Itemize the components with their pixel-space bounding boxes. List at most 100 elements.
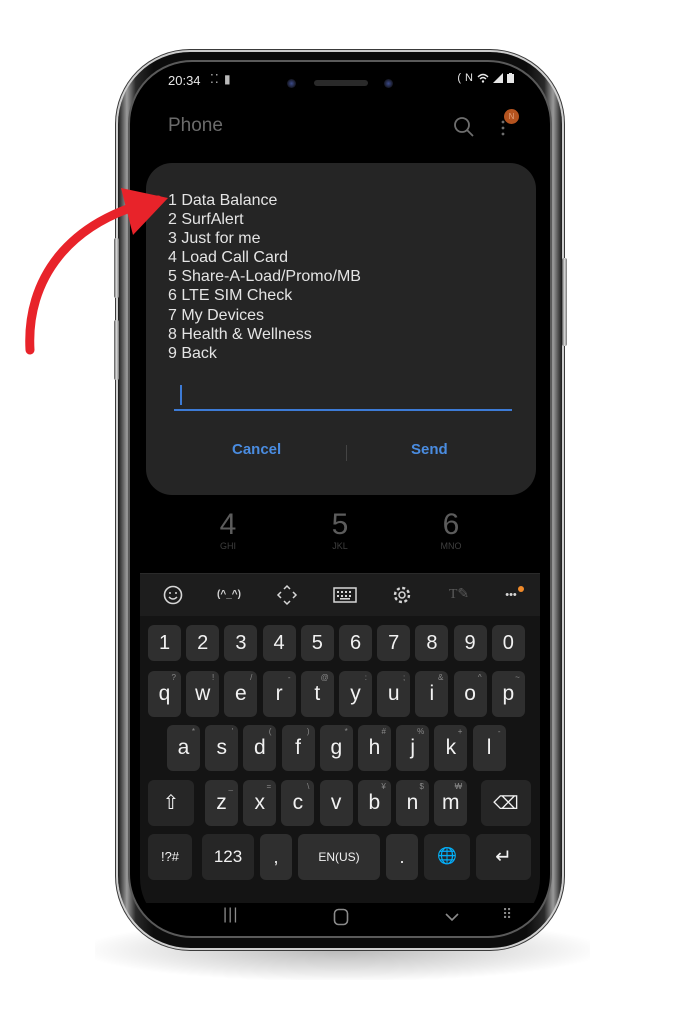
key-label: ↵	[495, 846, 512, 868]
key-k[interactable]: + k	[434, 725, 468, 771]
key-m[interactable]: ₩ m	[434, 780, 468, 826]
key-hint: ₩	[454, 782, 463, 791]
phone-screen: 20:34 ⁚⁚ ▮ ( N Phone N 1 Data Balance 2 …	[140, 66, 540, 932]
key-l[interactable]: -l	[472, 725, 506, 771]
recents-icon[interactable]: |||	[223, 906, 238, 924]
key-h[interactable]: # h	[358, 725, 391, 771]
wifi-icon	[477, 73, 489, 83]
key-6[interactable]: 6	[339, 625, 372, 661]
key-8[interactable]: 8	[415, 625, 449, 661]
settings-icon[interactable]	[391, 584, 413, 606]
dialpad-letters: GHI	[219, 541, 236, 551]
numbers-key[interactable]: 123	[202, 834, 254, 880]
key-3[interactable]: 3	[224, 625, 258, 661]
comma-key[interactable]: ,	[260, 834, 292, 880]
key-a[interactable]: * a	[167, 725, 200, 771]
key-label: 9	[464, 632, 476, 654]
dialpad-key-5[interactable]: 5 JKL	[310, 509, 370, 552]
emoji-icon[interactable]	[162, 584, 184, 606]
key-label: z	[216, 791, 227, 814]
symbols-key[interactable]: !?#	[148, 834, 192, 880]
key-1[interactable]: 1	[148, 625, 181, 661]
key-z[interactable]: _ z	[205, 780, 238, 826]
ussd-reply-input[interactable]	[174, 383, 512, 411]
enter-key[interactable]: ↵	[476, 834, 531, 880]
key-label: i	[429, 682, 435, 705]
key-o[interactable]: ^ o	[453, 671, 487, 717]
key-g[interactable]: * g	[319, 725, 353, 771]
ussd-menu-item: 6 LTE SIM Check	[168, 287, 293, 305]
home-icon[interactable]	[333, 908, 349, 926]
ussd-menu-item: 3 Just for me	[168, 230, 261, 248]
cursor-move-icon[interactable]	[276, 584, 298, 606]
key-hint: -	[497, 727, 501, 736]
status-icons: ( N	[457, 72, 514, 84]
key-hint: :	[364, 673, 367, 682]
key-u[interactable]: ; u	[377, 671, 411, 717]
status-bar: 20:34 ⁚⁚ ▮ ( N	[140, 66, 540, 96]
key-label: ⌫	[493, 793, 519, 813]
back-icon[interactable]	[444, 911, 460, 923]
dialpad-key-6[interactable]: 6 MNO	[421, 509, 481, 552]
kaomoji-icon[interactable]: (^_^)	[212, 584, 246, 606]
key-hint: +	[457, 727, 463, 736]
handwriting-icon[interactable]: T✎	[448, 584, 470, 606]
shift-key[interactable]: ⇧	[148, 780, 194, 826]
button-divider	[346, 445, 347, 461]
key-4[interactable]: 4	[262, 625, 296, 661]
key-label: .	[399, 847, 405, 867]
key-w[interactable]: ! w	[186, 671, 220, 717]
front-sensor-icon	[384, 79, 393, 88]
key-hint: ~	[515, 673, 520, 682]
front-camera-icon	[287, 79, 296, 88]
key-p[interactable]: ~ p	[491, 671, 525, 717]
dialpad-key-4[interactable]: 4 GHI	[198, 509, 258, 552]
key-e[interactable]: / e	[224, 671, 258, 717]
key-r[interactable]: -r	[262, 671, 296, 717]
key-5[interactable]: 5	[300, 625, 334, 661]
key-t[interactable]: @ t	[300, 671, 334, 717]
key-7[interactable]: 7	[377, 625, 411, 661]
key-c[interactable]: \ c	[281, 780, 315, 826]
space-key[interactable]: EN(US)	[298, 834, 380, 880]
cancel-button[interactable]: Cancel	[232, 441, 281, 458]
key-9[interactable]: 9	[453, 625, 487, 661]
key-label: j	[410, 736, 416, 759]
key-label: v	[330, 791, 342, 814]
key-2[interactable]: 2	[186, 625, 220, 661]
key-label: !?#	[160, 849, 180, 864]
keyboard-switch-icon[interactable]: ⠿	[502, 906, 512, 923]
key-f[interactable]: ) f	[281, 725, 315, 771]
key-label: 0	[502, 632, 514, 654]
key-v[interactable]: v	[319, 780, 353, 826]
ussd-menu-item: 5 Share-A-Load/Promo/MB	[168, 268, 361, 286]
period-key[interactable]: .	[386, 834, 418, 880]
key-i[interactable]: & i	[415, 671, 449, 717]
language-key[interactable]: 🌐	[424, 834, 470, 880]
key-hint: !	[211, 673, 215, 682]
key-b[interactable]: ¥ b	[357, 780, 391, 826]
key-s[interactable]: ' s	[205, 725, 239, 771]
keyboard-icon[interactable]	[333, 584, 357, 606]
key-label: 1	[158, 632, 171, 654]
search-icon[interactable]	[453, 116, 475, 138]
key-j[interactable]: % j	[396, 725, 430, 771]
key-q[interactable]: ? q	[148, 671, 181, 717]
key-d[interactable]: (d	[243, 725, 277, 771]
key-hint: /	[250, 673, 253, 682]
key-label: 6	[349, 632, 362, 654]
key-label: 5	[311, 632, 323, 654]
key-hint: ?	[171, 673, 176, 682]
avatar-badge: N	[504, 109, 519, 124]
backspace-key[interactable]: ⌫	[481, 780, 531, 826]
key-n[interactable]: $ n	[396, 780, 429, 826]
key-hint: ^	[477, 673, 482, 682]
send-button[interactable]: Send	[411, 441, 448, 458]
key-hint: $	[419, 782, 424, 791]
key-label: g	[330, 736, 343, 759]
key-hint: (	[268, 727, 272, 736]
key-0[interactable]: 0	[491, 625, 525, 661]
notification-icons: ⁚⁚ ▮	[210, 72, 232, 86]
key-y[interactable]: :y	[339, 671, 372, 717]
key-x[interactable]: = x	[243, 780, 277, 826]
